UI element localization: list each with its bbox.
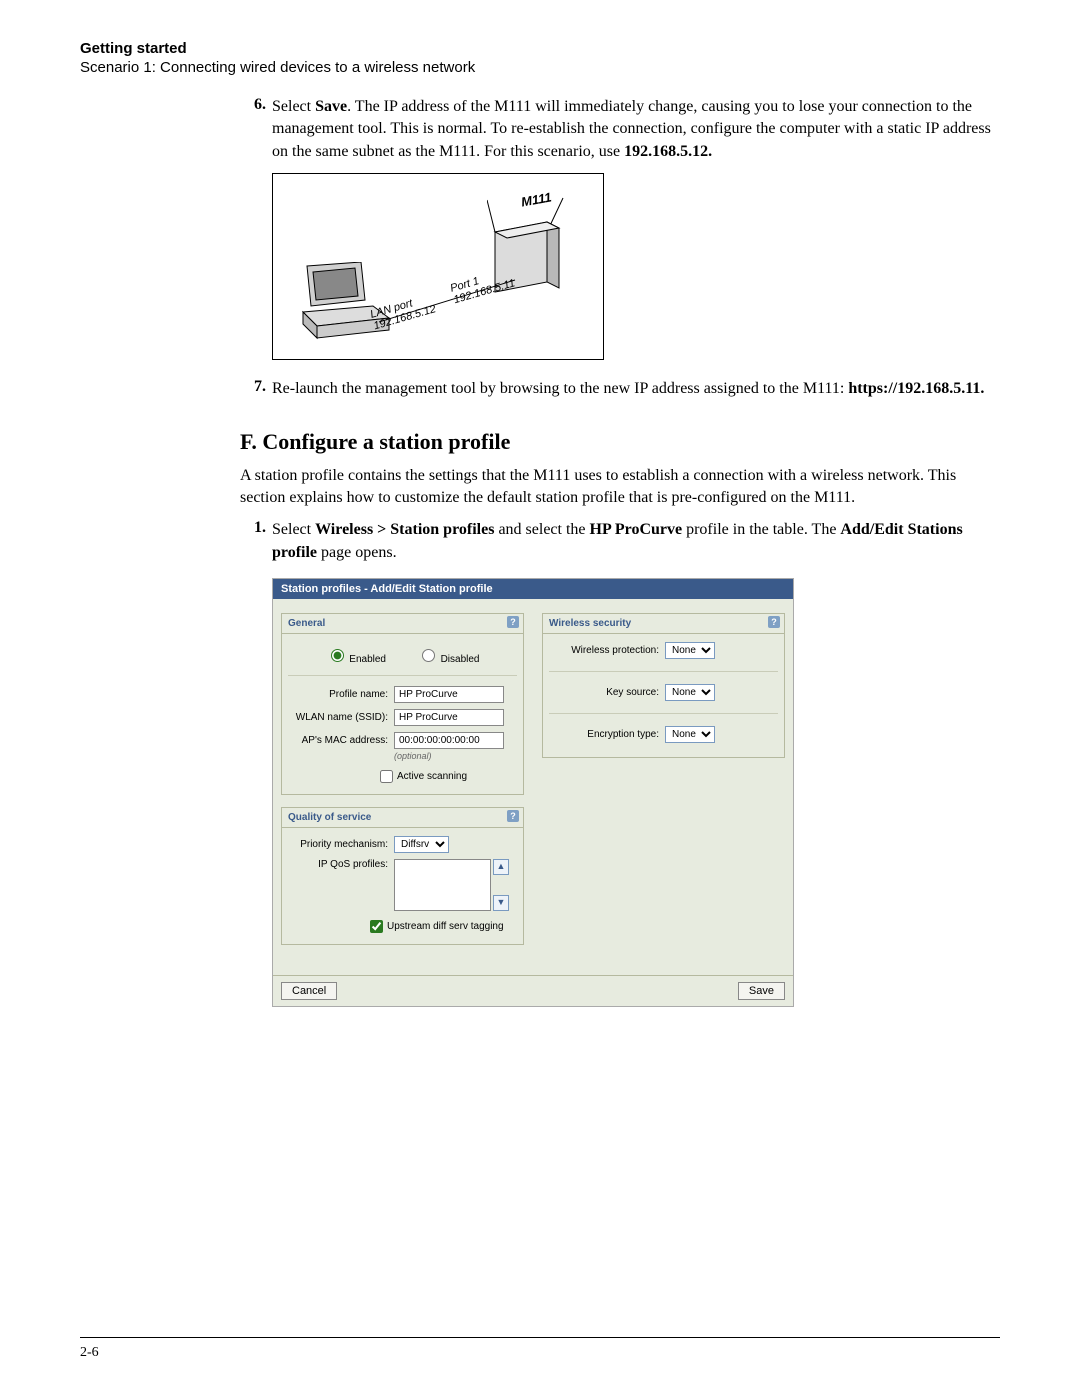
network-diagram: M111 Port 1 192.168.5.11 LAN port 192: [272, 173, 604, 360]
wlan-name-label: WLAN name (SSID):: [288, 712, 394, 723]
qos-title: Quality of service: [288, 812, 371, 823]
enabled-radio[interactable]: Enabled: [326, 654, 386, 665]
ip-qos-profiles-label: IP QoS profiles:: [288, 859, 394, 870]
priority-mechanism-select[interactable]: Diffsrv: [394, 836, 449, 853]
step-7: 7. Re-launch the management tool by brow…: [240, 378, 1000, 400]
step-number: 6.: [240, 96, 266, 163]
disabled-label: Disabled: [441, 654, 480, 665]
header-chapter: Getting started: [80, 40, 1000, 57]
profile-name-label: Profile name:: [288, 689, 394, 700]
step-f1-text: Select Wireless > Station profiles and s…: [272, 519, 1000, 564]
page-footer: 2-6: [80, 1337, 1000, 1361]
key-source-select[interactable]: None: [665, 684, 715, 701]
text: Select: [272, 521, 315, 538]
priority-mechanism-label: Priority mechanism:: [288, 839, 394, 850]
active-scanning-label: Active scanning: [397, 771, 467, 782]
station-profile-screenshot: Station profiles - Add/Edit Station prof…: [272, 578, 794, 1007]
step-f1: 1. Select Wireless > Station profiles an…: [240, 519, 1000, 564]
ip-qos-profiles-listbox[interactable]: [394, 859, 491, 911]
step-6-text: Select Save. The IP address of the M111 …: [272, 96, 1000, 163]
text: and select the: [494, 521, 589, 538]
cancel-button[interactable]: Cancel: [281, 982, 337, 1000]
wireless-security-panel: Wireless security? Wireless protection: …: [542, 613, 785, 758]
text: Select: [272, 98, 315, 115]
step-7-text: Re-launch the management tool by browsin…: [272, 378, 1000, 400]
wireless-security-title: Wireless security: [549, 618, 631, 629]
help-icon[interactable]: ?: [507, 810, 519, 822]
move-up-icon[interactable]: ▲: [493, 859, 509, 875]
profile-name: HP ProCurve: [590, 521, 683, 538]
disabled-radio[interactable]: Disabled: [417, 654, 480, 665]
section-f-intro: A station profile contains the settings …: [240, 465, 1000, 510]
general-panel: General? Enabled Disabled Profile name: …: [281, 613, 524, 795]
section-f-heading: F. Configure a station profile: [240, 429, 1000, 455]
save-keyword: Save: [315, 98, 347, 115]
upstream-tagging-label: Upstream diff serv tagging: [387, 921, 504, 932]
url-value: https://192.168.5.11.: [848, 380, 984, 397]
active-scanning-checkbox[interactable]: Active scanning: [376, 771, 467, 782]
wireless-protection-select[interactable]: None: [665, 642, 715, 659]
header-section: Scenario 1: Connecting wired devices to …: [80, 59, 1000, 76]
encryption-type-label: Encryption type:: [549, 729, 665, 740]
wlan-name-input[interactable]: [394, 709, 504, 726]
text: profile in the table. The: [682, 521, 840, 538]
text: page opens.: [317, 544, 397, 561]
screenshot-title: Station profiles - Add/Edit Station prof…: [273, 579, 793, 599]
help-icon[interactable]: ?: [768, 616, 780, 628]
move-down-icon[interactable]: ▼: [493, 895, 509, 911]
optional-hint: (optional): [394, 751, 517, 761]
step-number: 1.: [240, 519, 266, 564]
step-number: 7.: [240, 378, 266, 400]
mac-address-label: AP's MAC address:: [288, 735, 394, 746]
help-icon[interactable]: ?: [507, 616, 519, 628]
page-number: 2-6: [80, 1345, 1000, 1361]
text: Re-launch the management tool by browsin…: [272, 380, 848, 397]
ip-value: 192.168.5.12.: [624, 143, 712, 160]
upstream-tagging-checkbox[interactable]: Upstream diff serv tagging: [366, 921, 504, 932]
step-6: 6. Select Save. The IP address of the M1…: [240, 96, 1000, 163]
profile-name-input[interactable]: [394, 686, 504, 703]
key-source-label: Key source:: [549, 687, 665, 698]
wireless-protection-label: Wireless protection:: [549, 645, 665, 656]
enabled-label: Enabled: [349, 654, 386, 665]
save-button[interactable]: Save: [738, 982, 785, 1000]
encryption-type-select[interactable]: None: [665, 726, 715, 743]
menu-path: Wireless > Station profiles: [315, 521, 494, 538]
mac-address-input[interactable]: [394, 732, 504, 749]
general-title: General: [288, 618, 325, 629]
qos-panel: Quality of service? Priority mechanism: …: [281, 807, 524, 945]
